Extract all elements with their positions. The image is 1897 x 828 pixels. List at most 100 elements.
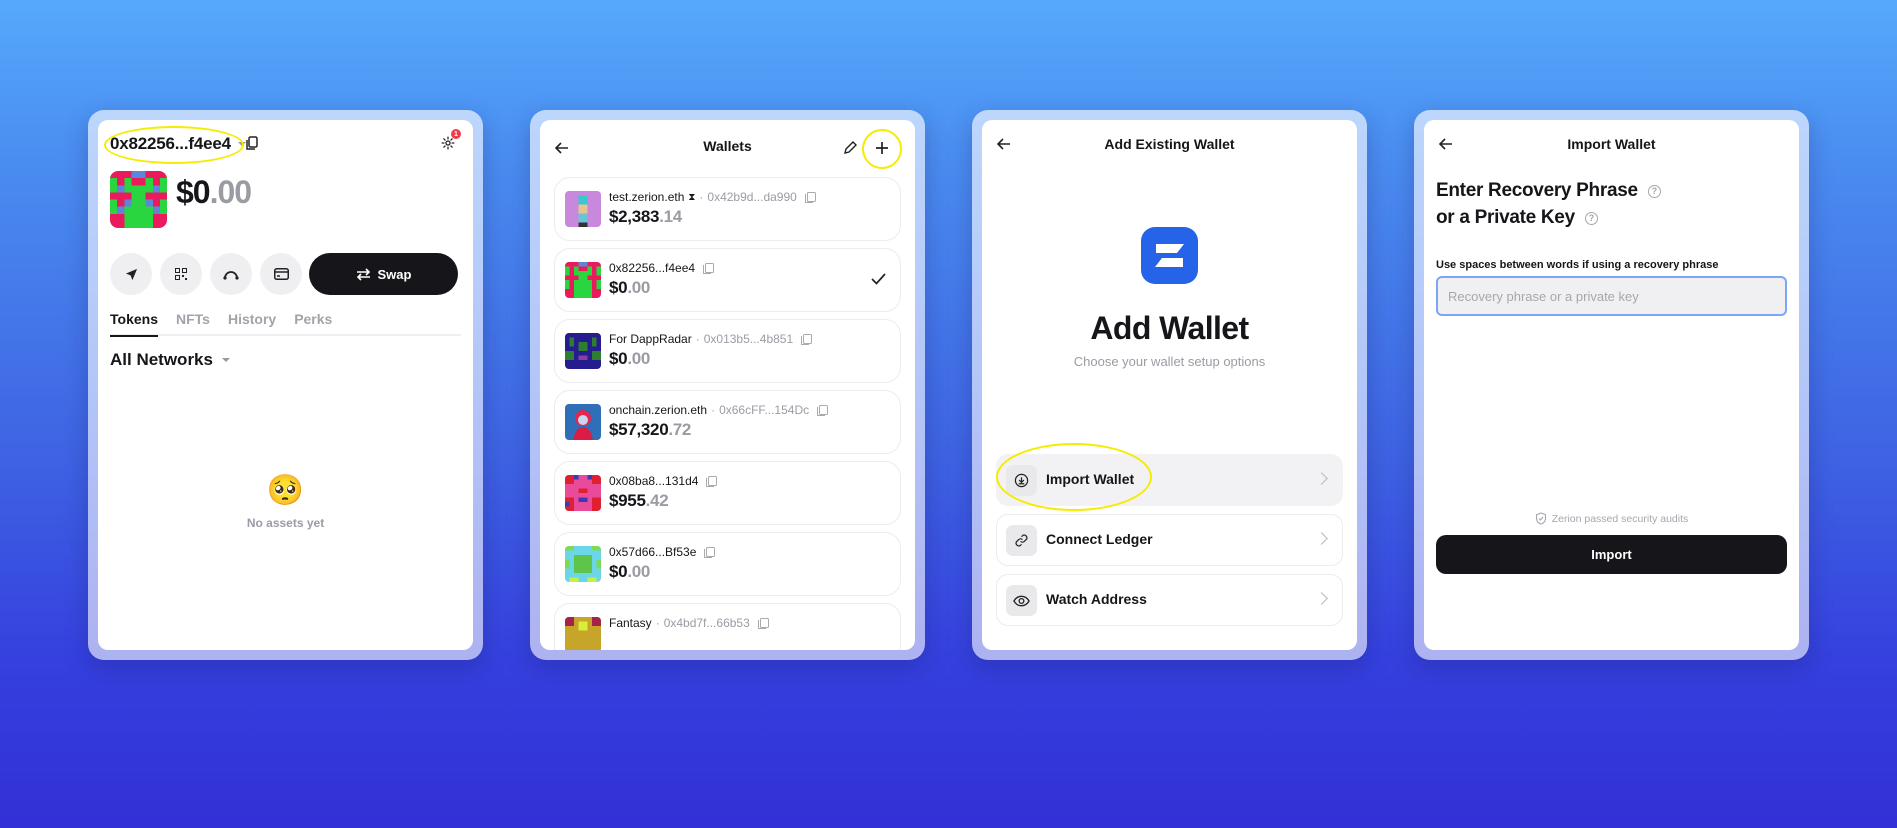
heading-text: Enter Recovery Phrase: [1436, 180, 1638, 201]
wallet-avatar: [110, 171, 167, 228]
swap-label: Swap: [377, 266, 412, 282]
send-icon: [125, 268, 137, 280]
wallet-name: test.zerion.eth: [609, 190, 685, 204]
chevron-right-icon: [1315, 472, 1328, 485]
wallet-overview-screen: 0x82256...f4ee4 1 $0.00 Swap Tokens NFTs…: [98, 120, 473, 650]
option-label: Connect Ledger: [1046, 531, 1153, 547]
option-connect-ledger[interactable]: Connect Ledger: [996, 514, 1343, 566]
balance-cents: .14: [659, 207, 682, 226]
wallet-balance: $0.00: [609, 278, 650, 298]
asset-tabs: Tokens NFTs History Perks: [110, 309, 461, 337]
network-selector[interactable]: All Networks: [110, 350, 230, 370]
pleading-face-icon: 🥺: [266, 474, 305, 507]
wallet-list-item[interactable]: For DappRadar · 0x013b5...4b851 $0.00: [554, 319, 901, 383]
copy-icon[interactable]: [706, 475, 718, 487]
wallet-label-row: 0x82256...f4ee4: [609, 261, 715, 275]
wallets-list-screen: Wallets test.zerion.eth ⧗ · 0x42b9d...da990…: [540, 120, 915, 650]
wallet-overview-frame: 0x82256...f4ee4 1 $0.00 Swap Tokens NFTs…: [88, 110, 483, 660]
help-icon[interactable]: ?: [1647, 184, 1661, 198]
bridge-button[interactable]: [210, 253, 252, 295]
copy-icon[interactable]: [804, 191, 816, 203]
wallet-label-row: Fantasy · 0x4bd7f...66b53: [609, 616, 769, 630]
option-import-wallet[interactable]: Import Wallet: [996, 454, 1343, 506]
wallet-avatar: [565, 546, 601, 582]
wallet-list-item[interactable]: 0x82256...f4ee4 $0.00: [554, 248, 901, 312]
recovery-phrase-input[interactable]: [1436, 276, 1787, 316]
help-icon[interactable]: ?: [1584, 211, 1598, 225]
swap-button[interactable]: Swap: [309, 253, 458, 295]
separator-dot: ·: [711, 403, 716, 417]
wallet-label-row: onchain.zerion.eth · 0x66cFF...154Dc: [609, 403, 829, 417]
chevron-down-icon: [221, 358, 230, 362]
option-label: Watch Address: [1046, 591, 1147, 607]
wallet-label-row: test.zerion.eth ⧗ · 0x42b9d...da990: [609, 190, 816, 204]
option-watch-address[interactable]: Watch Address: [996, 574, 1343, 626]
chevron-right-icon: [1315, 592, 1328, 605]
wallet-avatar: [565, 191, 601, 227]
wallet-name: For DappRadar: [609, 332, 692, 346]
wallet-balance: $2,383.14: [609, 207, 682, 227]
tab-history[interactable]: History: [228, 309, 276, 334]
tab-tokens[interactable]: Tokens: [110, 309, 158, 337]
tab-perks[interactable]: Perks: [294, 309, 332, 334]
wallet-list-item[interactable]: 0x57d66...Bf53e $0.00: [554, 532, 901, 596]
wallet-address-selector[interactable]: 0x82256...f4ee4: [110, 134, 246, 154]
checkmark-icon: [871, 273, 886, 285]
wallet-address: 0x013b5...4b851: [703, 332, 794, 346]
wallet-label-row: 0x08ba8...131d4: [609, 474, 718, 488]
edit-wallets-button[interactable]: [840, 138, 860, 158]
notification-badge: 1: [451, 129, 461, 139]
wallet-address: 0x42b9d...da990: [707, 190, 797, 204]
wallet-name: Fantasy: [609, 616, 652, 630]
wallet-name: 0x57d66...Bf53e: [609, 545, 697, 559]
settings-button[interactable]: 1: [438, 129, 461, 153]
tab-nfts[interactable]: NFTs: [176, 309, 210, 334]
buy-card-button[interactable]: [260, 253, 302, 295]
wallet-list-item[interactable]: 0x08ba8...131d4 $955.42: [554, 461, 901, 525]
zerion-logo: [1141, 227, 1198, 284]
add-wallet-subtitle: Choose your wallet setup options: [1073, 354, 1266, 369]
wallet-avatar: [565, 617, 601, 650]
heading-text: or a Private Key: [1436, 207, 1575, 228]
import-button[interactable]: Import: [1436, 535, 1787, 574]
hourglass-icon: ⧗: [688, 191, 696, 203]
balance-cents: .00: [209, 174, 252, 210]
balance-whole: $0: [609, 278, 628, 297]
card-icon: [273, 268, 289, 280]
input-hint: Use spaces between words if using a reco…: [1436, 259, 1719, 271]
total-balance: $0.00: [176, 174, 252, 211]
copy-icon[interactable]: [817, 404, 829, 416]
copy-icon[interactable]: [704, 546, 716, 558]
copy-icon[interactable]: [703, 262, 715, 274]
wallet-balance: $0.00: [609, 349, 650, 369]
wallet-balance: $955.42: [609, 491, 669, 511]
import-heading-line2: or a Private Key ?: [1436, 207, 1598, 229]
wallet-list-item[interactable]: onchain.zerion.eth · 0x66cFF...154Dc $57,32…: [554, 390, 901, 454]
wallet-address: 0x4bd7f...66b53: [663, 616, 750, 630]
page-title: Add Existing Wallet: [1104, 136, 1235, 152]
balance-cents: .42: [645, 491, 669, 510]
wallet-name: 0x82256...f4ee4: [609, 261, 696, 275]
add-wallet-button[interactable]: [872, 138, 892, 158]
balance-whole: $955: [609, 491, 646, 510]
separator-dot: ·: [699, 190, 704, 204]
add-wallet-frame: Add Existing Wallet Add Wallet Choose yo…: [972, 110, 1367, 660]
send-button[interactable]: [110, 253, 152, 295]
receive-qr-button[interactable]: [160, 253, 202, 295]
wallet-label-row: For DappRadar · 0x013b5...4b851: [609, 332, 813, 346]
balance-cents: .00: [627, 278, 651, 297]
wallet-list-item[interactable]: test.zerion.eth ⧗ · 0x42b9d...da990 $2,383.1…: [554, 177, 901, 241]
plus-icon: [876, 142, 888, 154]
wallet-avatar: [565, 475, 601, 511]
copy-address-button[interactable]: [242, 133, 262, 153]
copy-icon[interactable]: [757, 617, 769, 629]
wallet-list-item[interactable]: Fantasy · 0x4bd7f...66b53: [554, 603, 901, 650]
import-wallet-screen: Import Wallet Enter Recovery Phrase ? or…: [1424, 120, 1799, 650]
add-wallet-heading: Add Wallet: [1090, 310, 1249, 346]
wallet-balance: $0.00: [609, 562, 650, 582]
balance-whole: $0: [176, 174, 211, 210]
download-icon: [1006, 465, 1037, 496]
copy-icon: [246, 135, 258, 150]
option-label: Import Wallet: [1046, 471, 1135, 487]
copy-icon[interactable]: [801, 333, 813, 345]
